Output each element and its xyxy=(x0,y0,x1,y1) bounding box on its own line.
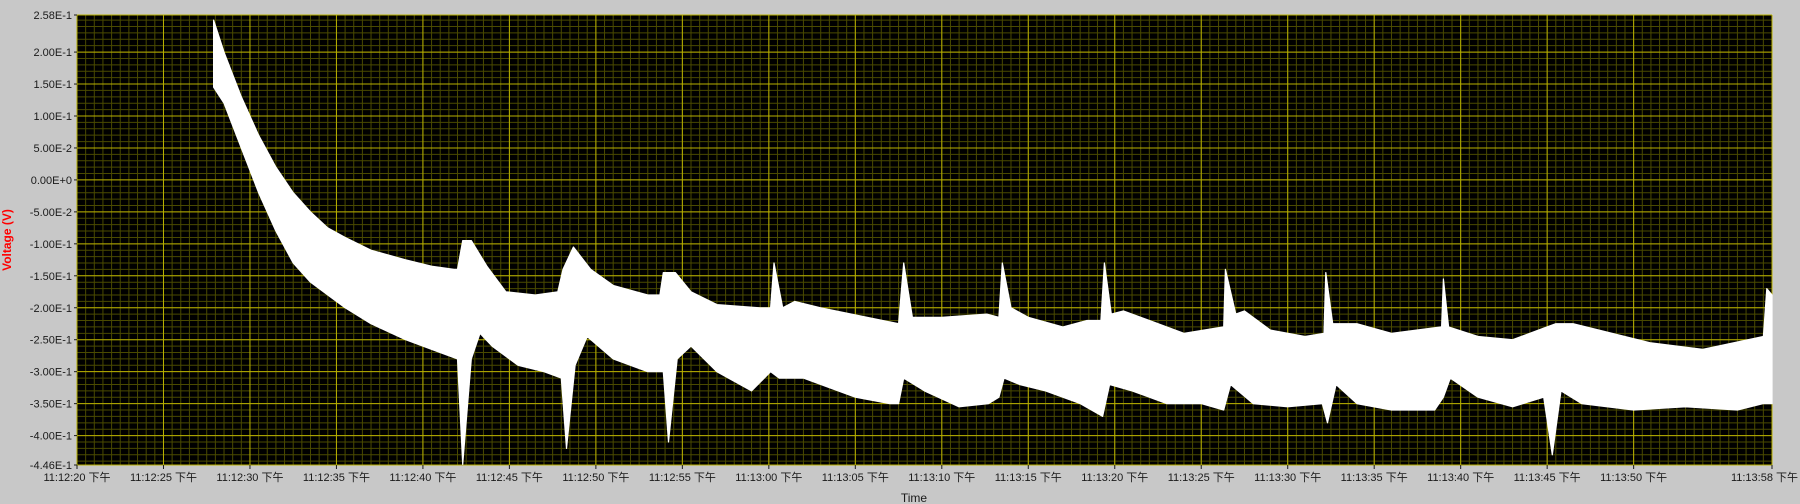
x-tick-label: 11:13:50 下午 xyxy=(1600,471,1667,484)
x-tick-label: 11:12:55 下午 xyxy=(649,471,716,484)
x-tick-label: 11:13:45 下午 xyxy=(1514,471,1581,484)
y-tick-label: 1.00E-1 xyxy=(33,111,72,123)
y-tick-label: 5.00E-2 xyxy=(33,143,72,155)
x-tick-label: 11:12:35 下午 xyxy=(303,471,370,484)
y-tick-label: 2.00E-1 xyxy=(33,47,72,59)
y-tick-label: -3.50E-1 xyxy=(30,399,72,411)
x-tick-label: 11:12:40 下午 xyxy=(389,471,456,484)
y-axis-title: Voltage (V) xyxy=(0,209,14,271)
x-tick-label: 11:13:20 下午 xyxy=(1081,471,1148,484)
x-tick-label: 11:13:35 下午 xyxy=(1341,471,1408,484)
x-tick-label: 11:12:45 下午 xyxy=(476,471,543,484)
x-tick-label: 11:12:20 下午 xyxy=(43,471,110,484)
x-tick-label: 11:13:58 下午 xyxy=(1731,471,1798,484)
y-tick-labels: 2.58E-1 2.00E-1 1.50E-1 1.00E-1 5.00E-2 0.00E… xyxy=(30,10,77,472)
y-tick-label: 2.58E-1 xyxy=(33,10,72,22)
y-tick-label: -1.50E-1 xyxy=(30,271,72,283)
y-tick-label: -1.00E-1 xyxy=(30,239,72,251)
x-tick-label: 11:13:25 下午 xyxy=(1168,471,1235,484)
y-tick-label: -4.46E-1 xyxy=(30,460,72,472)
y-tick-label: 0.00E+0 xyxy=(31,175,72,187)
x-tick-label: 11:13:10 下午 xyxy=(908,471,975,484)
x-tick-label: 11:13:15 下午 xyxy=(995,471,1062,484)
y-tick-label: -4.00E-1 xyxy=(30,431,72,443)
x-tick-label: 11:12:30 下午 xyxy=(216,471,283,484)
y-tick-label: -5.00E-2 xyxy=(30,207,72,219)
x-tick-label: 11:12:25 下午 xyxy=(130,471,197,484)
chart: 2.58E-1 2.00E-1 1.50E-1 1.00E-1 5.00E-2 0.00E… xyxy=(0,0,1800,504)
x-tick-label: 11:13:30 下午 xyxy=(1254,471,1321,484)
y-tick-label: -3.00E-1 xyxy=(30,367,72,379)
x-tick-label: 11:13:00 下午 xyxy=(735,471,802,484)
y-tick-label: 1.50E-1 xyxy=(33,79,72,91)
x-tick-label: 11:13:40 下午 xyxy=(1427,471,1494,484)
x-tick-label: 11:12:50 下午 xyxy=(562,471,629,484)
y-tick-label: -2.00E-1 xyxy=(30,303,72,315)
x-axis-title: Time xyxy=(901,491,928,504)
y-tick-label: -2.50E-1 xyxy=(30,335,72,347)
x-tick-label: 11:13:05 下午 xyxy=(822,471,889,484)
